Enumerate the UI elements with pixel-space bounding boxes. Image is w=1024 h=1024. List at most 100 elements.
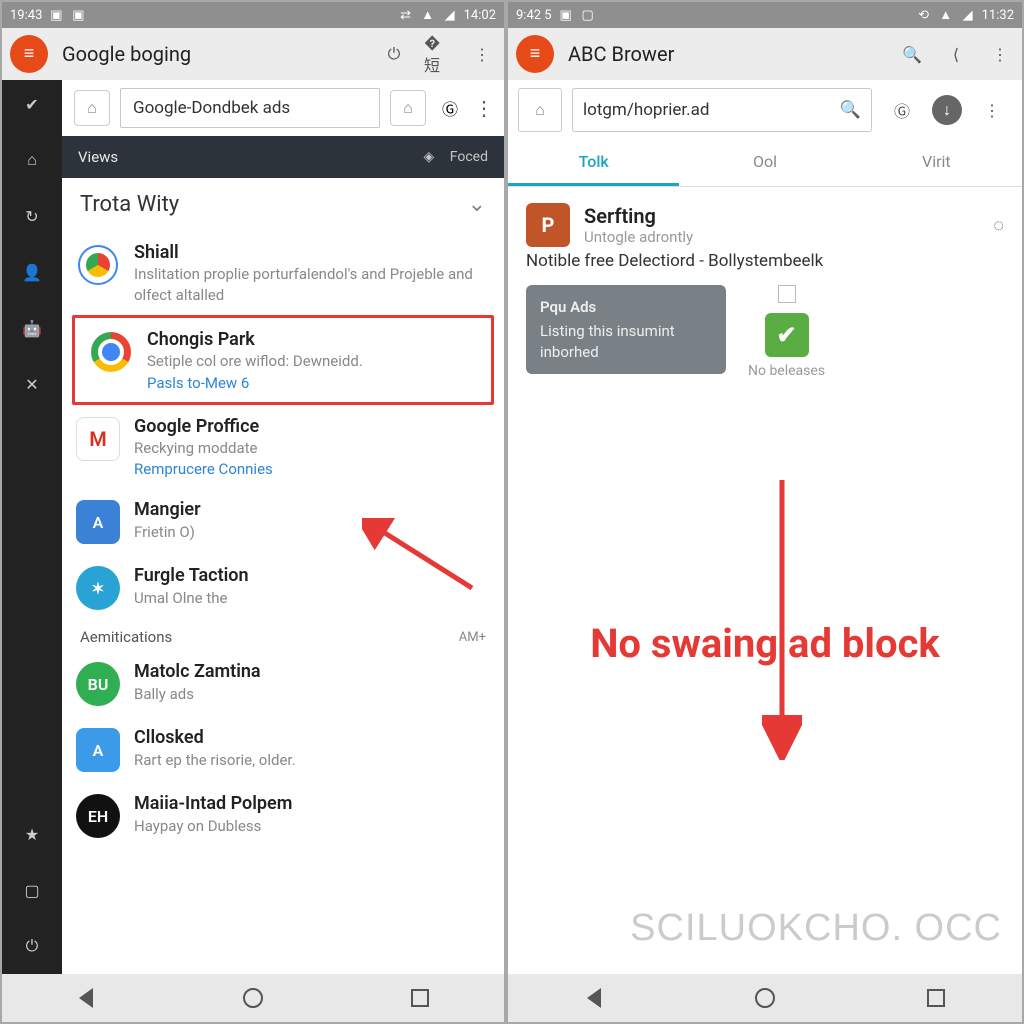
- item-title: Furgle Taction: [134, 564, 490, 587]
- wifi-icon: ▲: [938, 7, 954, 23]
- item-sub: Umal Olne the: [134, 588, 490, 608]
- power-icon[interactable]: ⏻: [380, 40, 408, 68]
- sub-section-title: Aemitications: [80, 628, 172, 646]
- item-sub: Bally ads: [134, 684, 490, 704]
- result-badge-icon: P: [526, 203, 570, 247]
- list-item[interactable]: ✶ Furgle Taction Umal Olne the: [62, 554, 504, 620]
- download-icon[interactable]: ↓: [932, 95, 962, 125]
- app-logo-icon[interactable]: ≡: [10, 35, 48, 73]
- list-item[interactable]: A Mangier Frietin O): [62, 488, 504, 554]
- globe-icon[interactable]: Ⓖ: [436, 94, 464, 122]
- check-icon[interactable]: ✔: [20, 92, 44, 116]
- person-icon[interactable]: 👤: [20, 260, 44, 284]
- views-label: Views: [78, 148, 118, 166]
- recents-button[interactable]: [916, 978, 956, 1018]
- item-title: Chongis Park: [147, 328, 477, 351]
- item-link[interactable]: Pasls to-Mew 6: [147, 374, 477, 392]
- list-item[interactable]: A Cllosked Rart ep the risorie, older.: [62, 716, 504, 782]
- result-title: Serfting: [584, 204, 693, 228]
- app-logo-icon[interactable]: ≡: [516, 35, 554, 73]
- back-button[interactable]: [574, 978, 614, 1018]
- lock-button[interactable]: ⌂: [390, 90, 426, 126]
- foced-label: Foced: [450, 149, 488, 165]
- square-icon[interactable]: ▢: [20, 878, 44, 902]
- search-icon[interactable]: 🔍: [840, 100, 861, 120]
- status-time-left: 9:42 5: [516, 8, 552, 23]
- bot-icon[interactable]: 🤖: [20, 316, 44, 340]
- swap-icon: ⇄: [398, 7, 414, 23]
- more-icon[interactable]: ⋮: [986, 40, 1014, 68]
- search-icon[interactable]: 🔍: [898, 40, 926, 68]
- item-sub: Setiple col ore wiflod: Dewneidd.: [147, 351, 477, 371]
- app-header: ≡ ABC Brower 🔍 ⟨ ⋮: [508, 28, 1022, 80]
- watermark-text: SCILUOKCHO. OCC: [630, 907, 1002, 950]
- section-header[interactable]: Trota Wity ⌄: [62, 178, 504, 231]
- app-list: Shiall Inslitation proplie porturfalendo…: [62, 231, 504, 974]
- item-title: Mangier: [134, 498, 490, 521]
- address-text: lotgm/hoprier.ad: [583, 100, 709, 120]
- item-sub: Rart ep the risorie, older.: [134, 750, 490, 770]
- list-item[interactable]: M Google Proffice Reckying moddate Rempr…: [62, 405, 504, 489]
- list-item[interactable]: Chongis Park Setiple col ore wiflod: Dew…: [75, 318, 491, 402]
- close-ad-icon[interactable]: [778, 285, 796, 303]
- item-title: Cllosked: [134, 726, 490, 749]
- list-item[interactable]: Shiall Inslitation proplie porturfalendo…: [62, 231, 504, 315]
- share-icon[interactable]: �短: [424, 40, 452, 68]
- history-icon[interactable]: Ⓖ: [882, 90, 922, 130]
- list-item[interactable]: EH Maiia-Intad Polpem Haypay on Dubless: [62, 782, 504, 848]
- item-link[interactable]: Remprucere Connies: [134, 460, 490, 478]
- content-area: ⌂ lotgm/hoprier.ad 🔍 Ⓖ ↓ ⋮ Tolk Ool Viri…: [508, 80, 1022, 974]
- gmail-icon: M: [76, 417, 120, 461]
- check-icon: ✔: [765, 313, 809, 357]
- address-bar[interactable]: Google-Dondbek ads: [120, 88, 380, 128]
- signal-icon: ◢: [960, 7, 976, 23]
- wifi-icon: ▲: [420, 7, 436, 23]
- tools-icon[interactable]: ✕: [20, 372, 44, 396]
- item-sub: Reckying moddate: [134, 438, 490, 458]
- card-body: Listing this insumint inborhed: [540, 321, 712, 362]
- refresh-icon[interactable]: ↻: [20, 204, 44, 228]
- status-time-left: 19:43: [10, 8, 42, 23]
- status-icon: ▣: [48, 7, 64, 23]
- target-icon[interactable]: ◌: [993, 215, 1004, 236]
- check-column: ✔ No beleases: [748, 285, 825, 379]
- sub-section-header: Aemitications AM+: [62, 620, 504, 650]
- item-sub: Haypay on Dubless: [134, 816, 490, 836]
- home-button[interactable]: [745, 978, 785, 1018]
- twitter-icon: ✶: [76, 566, 120, 610]
- item-sub: Inslitation proplie porturfalendol's and…: [134, 264, 490, 305]
- section-title: Trota Wity: [80, 192, 179, 217]
- annotation-text: No swaing ad block: [530, 620, 1000, 667]
- home-button[interactable]: [233, 978, 273, 1018]
- home-button[interactable]: ⌂: [74, 90, 110, 126]
- side-rail: ✔ ⌂ ↻ 👤 🤖 ✕ ★ ▢ ⏻: [2, 80, 62, 974]
- tab-virit[interactable]: Virit: [851, 140, 1022, 186]
- back-button[interactable]: [66, 978, 106, 1018]
- app-title: ABC Brower: [568, 42, 674, 66]
- url-more-icon[interactable]: ⋮: [972, 90, 1012, 130]
- notice-text: Notible free Delectiord - Bollystembeelk: [508, 251, 1022, 271]
- power-icon[interactable]: ⏻: [20, 934, 44, 958]
- app-title: Google boging: [62, 42, 191, 66]
- app-icon: BU: [76, 662, 120, 706]
- item-title: Google Proffice: [134, 415, 490, 438]
- result-row[interactable]: P Serfting Untogle adrontly ◌: [508, 187, 1022, 251]
- star-icon[interactable]: ★: [20, 822, 44, 846]
- home-button[interactable]: ⌂: [518, 88, 562, 132]
- signal-icon: ◢: [442, 7, 458, 23]
- result-sub: Untogle adrontly: [584, 228, 693, 246]
- ads-card[interactable]: Pqu Ads Listing this insumint inborhed: [526, 285, 726, 374]
- recents-button[interactable]: [400, 978, 440, 1018]
- list-item[interactable]: BU Matolc Zamtina Bally ads: [62, 650, 504, 716]
- more-icon[interactable]: ⋮: [468, 40, 496, 68]
- item-sub: Frietin O): [134, 522, 490, 542]
- url-more-icon[interactable]: ⋮: [474, 96, 492, 120]
- cards-row: Pqu Ads Listing this insumint inborhed ✔…: [508, 271, 1022, 393]
- share-icon[interactable]: ⟨: [942, 40, 970, 68]
- tab-tolk[interactable]: Tolk: [508, 140, 679, 186]
- highlighted-item-frame: Chongis Park Setiple col ore wiflod: Dew…: [72, 315, 494, 405]
- home-icon[interactable]: ⌂: [20, 148, 44, 172]
- tab-ool[interactable]: Ool: [679, 140, 850, 186]
- sub-section-tag: AM+: [459, 630, 486, 645]
- address-bar[interactable]: lotgm/hoprier.ad 🔍: [572, 88, 872, 132]
